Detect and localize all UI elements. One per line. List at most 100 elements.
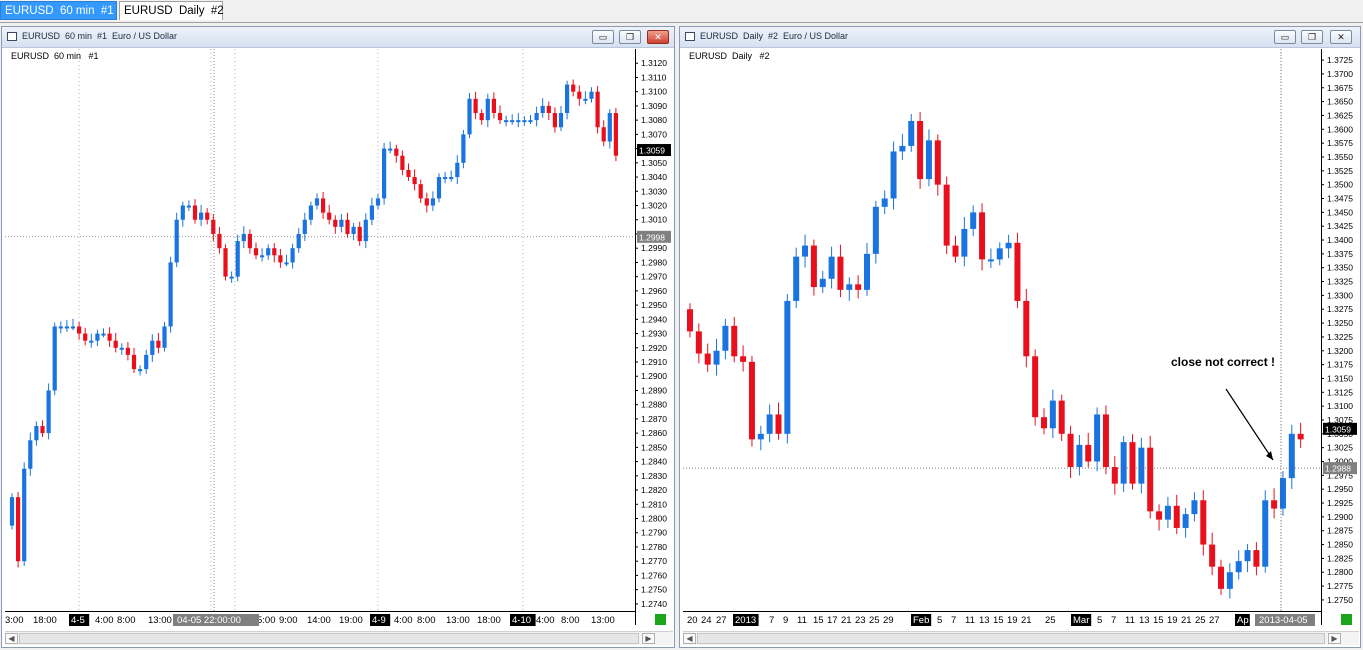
- candle-body: [266, 248, 271, 256]
- candle-body: [1173, 505, 1180, 528]
- candle-body: [64, 326, 69, 329]
- candle-body: [583, 98, 588, 101]
- candle-body: [284, 262, 289, 265]
- y-tick-label: 1.2950: [1327, 484, 1353, 494]
- candle-body: [504, 120, 509, 123]
- candle-body: [917, 120, 924, 180]
- candle-body: [388, 148, 393, 151]
- candlestick-chart-60min[interactable]: 1.3120 1.3110 1.3100 1.3090 1.3080 1.3070 1.30…: [5, 49, 673, 633]
- candle-body: [382, 148, 387, 199]
- x-tick-label: 25: [869, 615, 880, 626]
- candle-body: [455, 162, 460, 178]
- crosshair-price-label: 1.2998: [639, 232, 665, 242]
- horizontal-scrollbar[interactable]: ◀ ▶: [5, 631, 673, 645]
- scroll-left-icon[interactable]: ◀: [683, 633, 696, 644]
- x-tick-label: 14:00: [307, 615, 331, 626]
- candlestick-chart-daily[interactable]: 1.3725 1.3700 1.3675 1.3650 1.3625 1.3600 1.35…: [683, 49, 1359, 633]
- current-price-label: 1.3059: [639, 146, 665, 156]
- tab-eurusd-daily[interactable]: EURUSD Daily #2: [119, 1, 224, 20]
- candle-body: [430, 198, 435, 206]
- minimize-icon[interactable]: ▭: [1274, 30, 1296, 44]
- y-tick-label: 1.3175: [1327, 360, 1353, 370]
- candle-body: [1049, 400, 1056, 429]
- x-tick-label: 27: [716, 615, 727, 626]
- candle-body: [302, 219, 307, 234]
- scroll-left-icon[interactable]: ◀: [5, 633, 18, 644]
- candle-body: [247, 233, 252, 249]
- scroll-thumb[interactable]: [697, 633, 1325, 644]
- status-indicator: [1341, 614, 1352, 625]
- candle-body: [828, 256, 835, 279]
- x-tick-label: 19: [1007, 615, 1018, 626]
- y-tick-label: 1.2760: [641, 570, 667, 580]
- x-tick-label: 4-10: [512, 615, 531, 626]
- tab-eurusd-60min[interactable]: EURUSD 60 min #1: [0, 1, 117, 20]
- chart-plot-60min[interactable]: 1.3120 1.3110 1.3100 1.3090 1.3080 1.3070 1.30…: [5, 49, 673, 633]
- candle-body: [235, 241, 240, 277]
- y-tick-label: 1.3120: [641, 58, 667, 68]
- x-tick-label: 11: [965, 615, 975, 626]
- candle-body: [1147, 447, 1154, 512]
- candle-body: [131, 354, 137, 370]
- candle-body: [731, 325, 738, 357]
- candle-body: [784, 300, 791, 434]
- x-tick-label: 19: [1167, 615, 1178, 626]
- candle-body: [229, 276, 234, 279]
- window-titlebar[interactable]: EURUSD Daily #2 Euro / US Dollar ▭ ❐ ✕: [680, 27, 1360, 48]
- window-icon: [7, 32, 17, 41]
- y-tick-label: 1.3325: [1327, 277, 1353, 287]
- x-tick-label: Mar: [1073, 615, 1089, 626]
- y-tick-label: 1.2990: [641, 243, 667, 253]
- close-icon[interactable]: ✕: [647, 30, 669, 44]
- scroll-right-icon[interactable]: ▶: [642, 633, 655, 644]
- candle-body: [961, 228, 968, 257]
- candle-body: [1005, 242, 1012, 249]
- y-tick-label: 1.3425: [1327, 221, 1353, 231]
- candle-body: [278, 255, 283, 263]
- candle-body: [260, 255, 265, 258]
- candle-body: [119, 347, 124, 350]
- window-titlebar[interactable]: EURUSD 60 min #1 Euro / US Dollar ▭ ❐ ✕: [2, 27, 674, 48]
- candle-body: [1244, 550, 1251, 562]
- candle-body: [241, 233, 246, 242]
- y-tick-label: 1.2950: [641, 300, 667, 310]
- annotation-text: close not correct !: [1171, 355, 1276, 369]
- candle-body: [314, 198, 320, 206]
- candle-body: [1023, 300, 1030, 357]
- horizontal-scrollbar[interactable]: ◀ ▶: [683, 631, 1359, 645]
- candle-body: [369, 205, 374, 220]
- candle-body: [400, 155, 405, 170]
- minimize-icon[interactable]: ▭: [592, 30, 614, 44]
- y-tick-label: 1.3100: [641, 87, 667, 97]
- candle-body: [881, 198, 888, 207]
- scroll-thumb[interactable]: [19, 633, 639, 644]
- chart-plot-daily[interactable]: 1.3725 1.3700 1.3675 1.3650 1.3625 1.3600 1.35…: [683, 49, 1359, 633]
- candle-body: [101, 333, 106, 336]
- candle-body: [52, 326, 57, 391]
- x-tick-label: 23: [855, 615, 866, 626]
- close-icon[interactable]: ✕: [1330, 30, 1352, 44]
- candle-body: [595, 91, 600, 128]
- maximize-icon[interactable]: ❐: [619, 30, 641, 44]
- candle-body: [837, 256, 844, 290]
- candle-body: [290, 248, 295, 263]
- window-title: EURUSD 60 min #1 Euro / US Dollar: [22, 31, 178, 41]
- candle-body: [34, 426, 39, 441]
- candle-body: [333, 219, 338, 227]
- candle-body: [775, 414, 782, 434]
- y-tick-label: 1.3575: [1327, 138, 1353, 148]
- candle-body: [1067, 433, 1074, 468]
- candle-body: [1120, 442, 1127, 484]
- candle-body: [436, 177, 442, 199]
- maximize-icon[interactable]: ❐: [1301, 30, 1323, 44]
- candle-body: [192, 205, 198, 220]
- x-tick-label: 2013: [735, 615, 756, 626]
- y-tick-label: 1.2875: [1327, 526, 1353, 536]
- candle-body: [908, 120, 915, 146]
- x-tick-label: 9:00: [279, 615, 298, 626]
- y-tick-label: 1.2800: [1327, 567, 1353, 577]
- candle-body: [1209, 544, 1216, 567]
- x-tick-label: 11: [1125, 615, 1135, 626]
- candle-body: [1200, 500, 1207, 545]
- scroll-right-icon[interactable]: ▶: [1328, 633, 1341, 644]
